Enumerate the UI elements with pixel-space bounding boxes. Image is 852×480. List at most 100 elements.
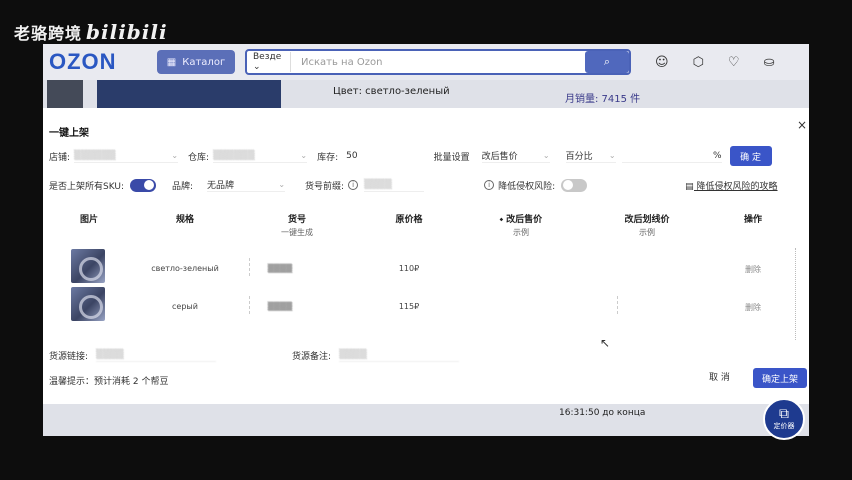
- risk-guide-link[interactable]: ▤ 降低侵权风险的攻略: [685, 179, 777, 192]
- shop-label: 店铺:: [49, 152, 71, 163]
- screen: 老骆跨境 bilibili OZON ▦ Каталог Везде ⌄ Иска…: [0, 0, 852, 480]
- all-sku-toggle[interactable]: [130, 178, 156, 192]
- ozon-header-icons: ☺ ⬡ ♡ ⛀: [655, 55, 774, 70]
- modal-title: 一键上架: [49, 128, 89, 139]
- pricing-tool-label: 定价器: [773, 422, 795, 430]
- stock-value[interactable]: 50: [346, 151, 357, 161]
- search-input[interactable]: Искать на Ozon: [291, 57, 585, 68]
- sale-timer: 16:31:50 до конца: [559, 408, 646, 418]
- ozon-logo[interactable]: OZON: [49, 49, 157, 75]
- sku-input-edge: [249, 258, 250, 276]
- ozon-header: OZON ▦ Каталог Везде ⌄ Искать на Ozon ⌕ …: [43, 44, 809, 80]
- col-new-price: ⬩ 改后售价: [491, 212, 551, 225]
- product-color: Цвет: светло-зеленый: [333, 86, 450, 97]
- product-thumbnail: [71, 287, 105, 321]
- col-image: 图片: [79, 215, 98, 225]
- brand-value: 无品牌: [207, 181, 235, 191]
- search-icon[interactable]: ⌕: [585, 51, 629, 73]
- listing-modal: 一键上架 × 店铺: ▒▒▒▒▒▒ ⌄ 仓库: ▒▒▒▒▒▒ ⌄ 库存: 50 …: [43, 108, 809, 404]
- ozon-search[interactable]: Везде ⌄ Искать на Ozon ⌕: [245, 49, 631, 75]
- cost-tip: 温馨提示：预计消耗 2 个帮豆: [49, 377, 169, 387]
- sku-input-edge: [249, 296, 250, 314]
- chevron-down-icon: ⌄: [542, 151, 550, 160]
- toggle-knob: [144, 180, 154, 190]
- bilibili-logo: bilibili: [86, 20, 168, 44]
- toggle-knob: [563, 180, 574, 190]
- catalog-label: Каталог: [182, 56, 226, 68]
- mouse-cursor-icon: ↖: [600, 336, 611, 350]
- confirm-listing-button[interactable]: 确定上架: [753, 368, 807, 388]
- close-icon[interactable]: ×: [797, 118, 807, 132]
- percent-label: 百分比: [565, 152, 593, 162]
- source-note-label: 货源备注:: [292, 351, 332, 362]
- spec-cell: серый: [172, 302, 198, 311]
- sku-prefix-input[interactable]: ▒▒▒▒: [364, 178, 425, 192]
- strike-price-example: 示例: [639, 228, 655, 237]
- info-icon[interactable]: i: [348, 180, 359, 190]
- watermark: 老骆跨境 bilibili: [14, 20, 168, 44]
- chevron-down-icon: ⌄: [278, 180, 286, 189]
- source-note-input[interactable]: ▒▒▒▒: [339, 348, 460, 362]
- stock-label: 库存:: [317, 152, 339, 163]
- table-scrollbar[interactable]: [795, 248, 799, 340]
- table-row: светло-зеленый ▒▒▒▒ 110₽ 删除: [43, 248, 809, 284]
- search-scope[interactable]: Везде ⌄: [247, 52, 291, 72]
- box-icon[interactable]: ⬡: [693, 55, 704, 70]
- grid-icon: ▦: [166, 56, 177, 68]
- bag-icon[interactable]: ⛀: [764, 55, 775, 70]
- delete-button[interactable]: 删除: [733, 302, 773, 313]
- catalog-button[interactable]: ▦ Каталог: [157, 50, 235, 74]
- product-strip: Цвет: светло-зеленый: [43, 80, 809, 108]
- smile-icon[interactable]: ☺: [655, 55, 669, 70]
- sku-prefix-label: 货号前缀:: [305, 181, 345, 192]
- shop-select[interactable]: ▒▒▒▒▒▒ ⌄: [74, 149, 179, 163]
- strike-price-input[interactable]: [617, 296, 618, 314]
- batch-confirm-button[interactable]: 确 定: [729, 146, 772, 166]
- price-tag-icon: ⧉: [779, 406, 789, 422]
- source-row: 货源链接: ▒▒▒▒ 货源备注: ▒▒▒▒: [49, 348, 809, 362]
- after-price-select[interactable]: 改后售价 ⌄: [481, 149, 550, 163]
- percent-select[interactable]: 百分比 ⌄: [565, 149, 616, 163]
- pricing-tool-button[interactable]: ⧉ 定价器: [763, 398, 805, 440]
- table-row: серый ▒▒▒▒ 115₽ 删除: [43, 286, 809, 322]
- original-price-cell: 115₽: [398, 302, 420, 311]
- risk-guide-text: 降低侵权风险的攻略: [696, 181, 778, 192]
- after-price-label: 改后售价: [481, 152, 518, 162]
- cancel-button[interactable]: 取 消: [709, 370, 730, 383]
- warehouse-value: ▒▒▒▒▒▒: [213, 150, 255, 161]
- info-icon[interactable]: i: [484, 180, 495, 190]
- doc-icon: ▤: [685, 181, 697, 192]
- heart-icon[interactable]: ♡: [728, 55, 740, 70]
- product-thumbnail: [71, 249, 105, 283]
- chevron-down-icon: ⌄: [171, 151, 179, 160]
- new-price-example: 示例: [513, 228, 529, 237]
- search-scope-label: Везде: [253, 52, 282, 62]
- monthly-sales: 月销量: 7415 件: [565, 94, 641, 105]
- watermark-channel: 老骆跨境: [14, 24, 83, 43]
- reduce-risk-label: 降低侵权风险:: [498, 181, 556, 192]
- chevron-down-icon: ⌄: [608, 151, 616, 160]
- brand-label: 品牌:: [172, 181, 194, 192]
- settings-row-2: 是否上架所有SKU: 品牌: 无品牌 ⌄ 货号前缀: i ▒▒▒▒ i 降低侵权…: [49, 178, 809, 192]
- warehouse-select[interactable]: ▒▒▒▒▒▒ ⌄: [213, 149, 308, 163]
- sku-prefix-value: ▒▒▒▒: [364, 179, 392, 190]
- col-spec: 规格: [175, 215, 194, 225]
- brand-select[interactable]: 无品牌 ⌄: [207, 178, 286, 192]
- col-actions: 操作: [743, 215, 762, 225]
- sku-input[interactable]: ▒▒▒▒: [257, 302, 303, 311]
- percent-input[interactable]: %: [621, 149, 722, 163]
- generate-sku-link[interactable]: 一键生成: [271, 227, 323, 238]
- source-link-input[interactable]: ▒▒▒▒: [96, 348, 217, 362]
- product-photo: [97, 80, 281, 108]
- spec-cell: светло-зеленый: [151, 264, 219, 273]
- col-new-strike-price: 改后划线价: [624, 215, 670, 225]
- reduce-risk-toggle[interactable]: [561, 178, 588, 192]
- product-thumbnail[interactable]: [47, 80, 83, 108]
- table-header: 图片 规格 货号 一键生成 原价格 ⬩ 改后售价 示例 改后划线价 示例 操作: [43, 212, 809, 240]
- col-sku: 货号: [287, 215, 306, 225]
- delete-button[interactable]: 删除: [733, 264, 773, 275]
- sku-input[interactable]: ▒▒▒▒: [257, 264, 303, 273]
- col-original-price: 原价格: [395, 215, 423, 225]
- shop-value: ▒▒▒▒▒▒: [74, 150, 116, 161]
- settings-row-1: 店铺: ▒▒▒▒▒▒ ⌄ 仓库: ▒▒▒▒▒▒ ⌄ 库存: 50 批量设置 改后…: [49, 146, 809, 166]
